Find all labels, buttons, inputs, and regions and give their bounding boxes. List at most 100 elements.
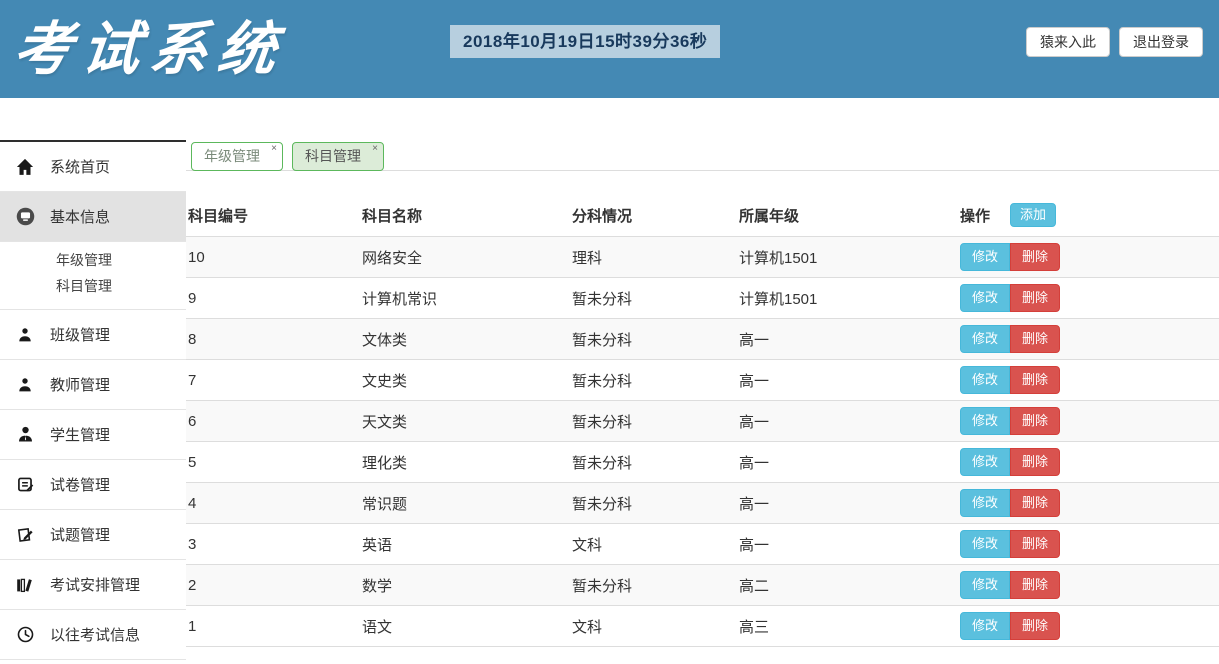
edit-button[interactable]: 修改 (960, 325, 1010, 353)
cell-subject-name: 常识题 (360, 483, 570, 524)
sidebar-item-exam-schedule-management[interactable]: 考试安排管理 (0, 560, 186, 610)
table-header-row: 科目编号 科目名称 分科情况 所属年级 操作 添加 (186, 194, 1219, 237)
edit-button[interactable]: 修改 (960, 243, 1010, 271)
edit-button[interactable]: 修改 (960, 284, 1010, 312)
table-row: 1 语文 文科 高三 修改 删除 (186, 606, 1219, 647)
sidebar-item-class-management[interactable]: 班级管理 (0, 310, 186, 360)
cell-division-status: 暂未分科 (570, 565, 737, 606)
sidebar-item-label: 基本信息 (50, 206, 110, 227)
edit-button[interactable]: 修改 (960, 530, 1010, 558)
logout-button[interactable]: 退出登录 (1119, 27, 1203, 57)
add-button[interactable]: 添加 (1010, 203, 1056, 227)
cell-subject-name: 文体类 (360, 319, 570, 360)
paper-lines-icon (15, 476, 35, 493)
cell-subject-name: 理化类 (360, 442, 570, 483)
delete-button[interactable]: 删除 (1010, 284, 1060, 312)
delete-button[interactable]: 删除 (1010, 448, 1060, 476)
sidebar-item-question-management[interactable]: 试题管理 (0, 510, 186, 560)
cell-grade: 高一 (737, 360, 958, 401)
cell-operations: 修改 删除 (958, 360, 1219, 401)
cell-grade: 高一 (737, 319, 958, 360)
datetime-display: 2018年10月19日15时39分36秒 (450, 25, 720, 58)
delete-button[interactable]: 删除 (1010, 325, 1060, 353)
header-button-group: 猿来入此 退出登录 (1026, 27, 1203, 57)
cell-operations: 修改 删除 (958, 483, 1219, 524)
cell-grade: 高一 (737, 483, 958, 524)
tab-label: 科目管理 (305, 148, 361, 164)
cell-division-status: 暂未分科 (570, 442, 737, 483)
close-icon[interactable]: × (372, 143, 378, 155)
cell-division-status: 暂未分科 (570, 401, 737, 442)
cell-operations: 修改 删除 (958, 401, 1219, 442)
cell-subject-name: 文史类 (360, 360, 570, 401)
subject-table-container: 科目编号 科目名称 分科情况 所属年级 操作 添加 10 网络安全 理 (186, 194, 1219, 647)
tab-grade-management[interactable]: 年级管理 × (191, 142, 283, 171)
edit-button[interactable]: 修改 (960, 366, 1010, 394)
cell-operations: 修改 删除 (958, 237, 1219, 278)
delete-button[interactable]: 删除 (1010, 243, 1060, 271)
person-icon (15, 327, 35, 343)
delete-button[interactable]: 删除 (1010, 366, 1060, 394)
cell-operations: 修改 删除 (958, 565, 1219, 606)
table-row: 8 文体类 暂未分科 高一 修改 删除 (186, 319, 1219, 360)
sidebar-item-label: 以往考试信息 (50, 624, 140, 645)
sidebar-item-home[interactable]: 系统首页 (0, 142, 186, 192)
cell-subject-id: 10 (186, 237, 360, 278)
sidebar-item-label: 试卷管理 (50, 474, 110, 495)
table-row: 3 英语 文科 高一 修改 删除 (186, 524, 1219, 565)
edit-button[interactable]: 修改 (960, 489, 1010, 517)
delete-button[interactable]: 删除 (1010, 489, 1060, 517)
tab-subject-management[interactable]: 科目管理 × (292, 142, 384, 171)
sidebar-item-label: 教师管理 (50, 374, 110, 395)
cell-division-status: 暂未分科 (570, 278, 737, 319)
app-logo: 考试系统 (0, 20, 289, 78)
delete-button[interactable]: 删除 (1010, 612, 1060, 640)
sidebar-item-teacher-management[interactable]: 教师管理 (0, 360, 186, 410)
cell-grade: 高三 (737, 606, 958, 647)
submenu-item-grade-management[interactable]: 年级管理 (0, 247, 186, 273)
cell-division-status: 暂未分科 (570, 319, 737, 360)
cell-operations: 修改 删除 (958, 606, 1219, 647)
student-icon (15, 426, 35, 443)
cell-division-status: 理科 (570, 237, 737, 278)
app-header: 考试系统 2018年10月19日15时39分36秒 猿来入此 退出登录 (0, 0, 1219, 98)
cell-grade: 高一 (737, 524, 958, 565)
cell-operations: 修改 删除 (958, 319, 1219, 360)
table-row: 2 数学 暂未分科 高二 修改 删除 (186, 565, 1219, 606)
table-row: 5 理化类 暂未分科 高一 修改 删除 (186, 442, 1219, 483)
sidebar-item-past-exam-info[interactable]: 以往考试信息 (0, 610, 186, 660)
subject-table-body: 10 网络安全 理科 计算机1501 修改 删除 9 计算机常识 暂未分科 计算… (186, 237, 1219, 647)
cell-subject-id: 6 (186, 401, 360, 442)
cell-subject-name: 计算机常识 (360, 278, 570, 319)
sidebar-item-basic-info[interactable]: 基本信息 (0, 192, 186, 242)
cell-subject-id: 9 (186, 278, 360, 319)
cell-grade: 高二 (737, 565, 958, 606)
submenu-item-subject-management[interactable]: 科目管理 (0, 273, 186, 299)
edit-button[interactable]: 修改 (960, 571, 1010, 599)
edit-button[interactable]: 修改 (960, 448, 1010, 476)
delete-button[interactable]: 删除 (1010, 407, 1060, 435)
main-content: 年级管理 × 科目管理 × 科目编号 科目名称 分科情况 所属年级 (186, 142, 1219, 647)
delete-button[interactable]: 删除 (1010, 571, 1060, 599)
cell-division-status: 暂未分科 (570, 360, 737, 401)
column-header-grade: 所属年级 (737, 194, 958, 237)
delete-button[interactable]: 删除 (1010, 530, 1060, 558)
column-header-division-status: 分科情况 (570, 194, 737, 237)
cell-subject-id: 5 (186, 442, 360, 483)
clock-icon (15, 626, 35, 643)
table-row: 6 天文类 暂未分科 高一 修改 删除 (186, 401, 1219, 442)
table-row: 7 文史类 暂未分科 高一 修改 删除 (186, 360, 1219, 401)
sidebar-item-student-management[interactable]: 学生管理 (0, 410, 186, 460)
edit-button[interactable]: 修改 (960, 612, 1010, 640)
sidebar-item-exam-paper-management[interactable]: 试卷管理 (0, 460, 186, 510)
sidebar-item-label: 系统首页 (50, 156, 110, 177)
close-icon[interactable]: × (271, 143, 277, 155)
cell-subject-id: 2 (186, 565, 360, 606)
monitor-circle-icon (15, 207, 35, 226)
cell-grade: 计算机1501 (737, 237, 958, 278)
basic-info-submenu: 年级管理 科目管理 (0, 242, 186, 310)
cell-subject-id: 7 (186, 360, 360, 401)
cell-subject-name: 英语 (360, 524, 570, 565)
yuan-lai-ru-ci-button[interactable]: 猿来入此 (1026, 27, 1110, 57)
edit-button[interactable]: 修改 (960, 407, 1010, 435)
